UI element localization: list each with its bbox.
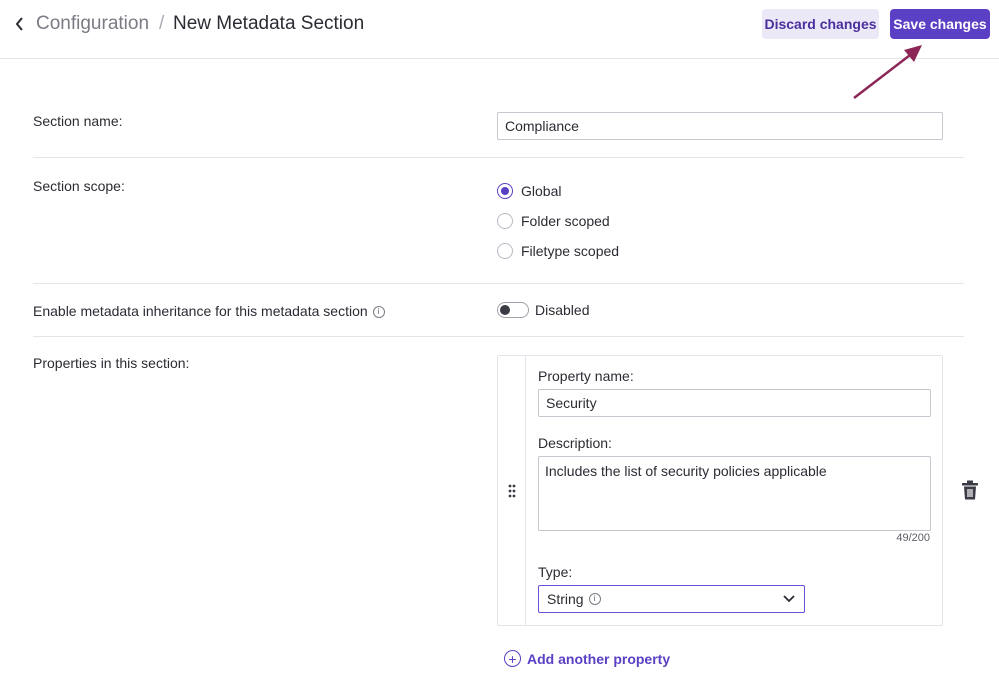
trash-icon[interactable] — [961, 480, 979, 500]
drag-handle-icon — [508, 484, 515, 497]
radio-folder-scoped[interactable]: Folder scoped — [497, 213, 610, 229]
property-card: Property name: Security Description: Inc… — [497, 355, 943, 626]
inheritance-label: Enable metadata inheritance for this met… — [33, 302, 385, 320]
type-select-value: String — [547, 591, 584, 607]
discard-changes-button[interactable]: Discard changes — [762, 9, 879, 39]
divider — [33, 157, 964, 158]
annotation-arrow-icon — [853, 45, 922, 99]
radio-circle — [497, 213, 513, 229]
radio-global[interactable]: Global — [497, 183, 561, 199]
char-count: 49/200 — [896, 532, 930, 544]
section-name-label: Section name: — [33, 113, 123, 129]
drag-handle[interactable] — [498, 356, 526, 625]
inheritance-label-text: Enable metadata inheritance for this met… — [33, 303, 368, 319]
chevron-down-icon — [783, 595, 795, 603]
breadcrumb-separator: / — [159, 13, 165, 34]
info-icon: i — [588, 593, 601, 605]
property-name-input[interactable]: Security — [538, 389, 931, 417]
radio-label: Filetype scoped — [521, 243, 620, 259]
inheritance-status: Disabled — [535, 302, 590, 318]
inheritance-toggle[interactable] — [497, 302, 529, 318]
toggle-knob — [500, 305, 510, 315]
type-label: Type: — [538, 564, 573, 580]
save-changes-button[interactable]: Save changes — [890, 9, 990, 39]
plus-circle-icon: + — [504, 650, 521, 667]
property-name-label: Property name: — [538, 368, 634, 384]
back-button[interactable] — [10, 13, 30, 35]
type-select[interactable]: String i — [538, 585, 805, 613]
divider — [33, 336, 964, 337]
chevron-left-icon — [15, 17, 23, 31]
section-scope-label: Section scope: — [33, 178, 125, 194]
radio-circle-checked — [497, 183, 513, 199]
description-textarea[interactable]: Includes the list of security policies a… — [538, 456, 931, 531]
divider — [33, 283, 964, 284]
add-property-label: Add another property — [527, 650, 671, 667]
radio-label: Global — [521, 183, 562, 199]
breadcrumb-configuration[interactable]: Configuration — [36, 12, 149, 36]
description-label: Description: — [538, 435, 612, 451]
properties-label: Properties in this section: — [33, 355, 190, 371]
radio-label: Folder scoped — [521, 213, 610, 229]
section-name-input[interactable]: Compliance — [497, 112, 943, 140]
page-title: New Metadata Section — [173, 13, 365, 34]
info-icon[interactable]: i — [372, 306, 385, 319]
add-another-property-button[interactable]: + Add another property — [504, 650, 670, 667]
radio-circle — [497, 243, 513, 259]
radio-filetype-scoped[interactable]: Filetype scoped — [497, 243, 619, 259]
